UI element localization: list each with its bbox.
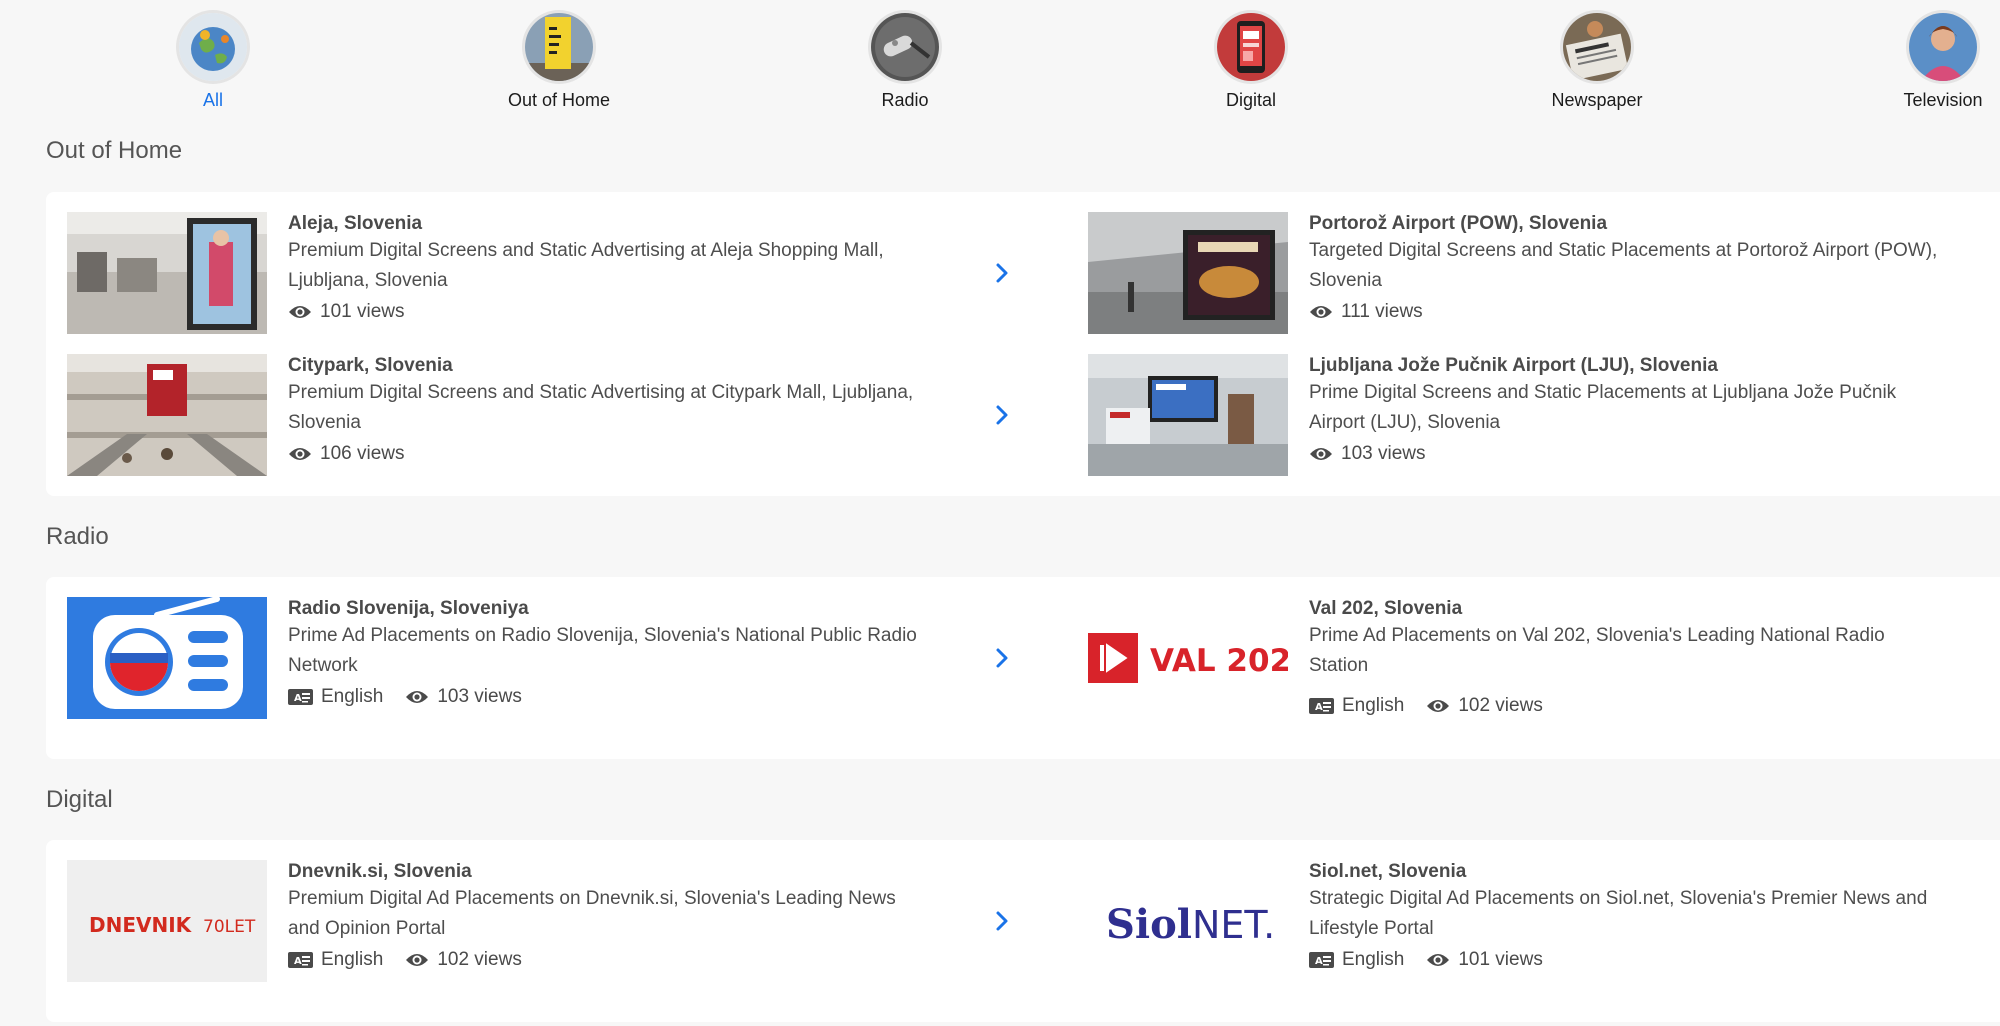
list-item-dnevnik[interactable]: DNEVNIK 70LET Dnevnik.si, Slovenia Premiu…: [67, 860, 1017, 982]
category-label: Television: [1903, 90, 1983, 110]
listing-title: Siol.net, Slovenia: [1309, 861, 1467, 882]
eye-icon: [406, 954, 429, 966]
section-title-radio: Radio: [46, 523, 109, 550]
language-icon: A: [1309, 698, 1334, 714]
listing-description: Prime Digital Screens and Static Placeme…: [1309, 382, 1897, 433]
eye-icon: [289, 448, 311, 460]
siol-logo-sub: NET.: [1192, 903, 1275, 947]
listing-title: Radio Slovenija, Sloveniya: [288, 598, 529, 619]
list-item-citypark[interactable]: Citypark, Slovenia Premium Digital Scree…: [67, 354, 1017, 476]
radio-slovenija-logo: [67, 597, 267, 719]
section-title-out-of-home: Out of Home: [46, 137, 183, 164]
listing-title: Portorož Airport (POW), Slovenia: [1309, 213, 1608, 234]
newspaper-icon: [1563, 13, 1631, 81]
language-icon: A: [288, 689, 313, 705]
listing-thumbnail: [67, 354, 267, 476]
category-strip: All Out of Home Radio Digital Newspaper …: [0, 0, 2000, 115]
view-count: 102 views: [1458, 695, 1543, 716]
category-radio[interactable]: Radio: [815, 13, 995, 111]
eye-icon: [1427, 700, 1450, 712]
view-count: 101 views: [320, 301, 405, 322]
listing-description: Prime Ad Placements on Radio Slovenija, …: [288, 625, 917, 676]
listing-description: Strategic Digital Ad Placements on Siol.…: [1309, 888, 1928, 939]
category-digital[interactable]: Digital: [1161, 13, 1341, 111]
category-television[interactable]: Television: [1853, 13, 2000, 111]
list-item-siol[interactable]: Siol NET. Siol.net, Slovenia Strategic Di…: [1088, 860, 2000, 982]
phone-icon: [1217, 13, 1285, 81]
tv-presenter-icon: [1909, 13, 1977, 81]
category-label: Newspaper: [1551, 90, 1643, 110]
language-label: English: [1342, 949, 1405, 970]
view-count: 106 views: [320, 443, 405, 464]
category-all[interactable]: All: [123, 13, 303, 111]
svg-text:A: A: [1315, 956, 1323, 967]
listing-description: Premium Digital Screens and Static Adver…: [288, 382, 914, 433]
category-label: Digital: [1225, 90, 1277, 110]
eye-icon: [1310, 448, 1332, 460]
list-item-portoroz-airport[interactable]: Portorož Airport (POW), Slovenia Targete…: [1088, 212, 2000, 334]
globe-map-icon: [179, 13, 247, 81]
listing-description: Targeted Digital Screens and Static Plac…: [1309, 240, 1938, 291]
view-count: 111 views: [1341, 301, 1423, 322]
val-202-logo-text: VAL 202: [1150, 643, 1288, 679]
list-item-aleja[interactable]: Aleja, Slovenia Premium Digital Screens …: [67, 212, 1017, 334]
language-label: English: [1342, 695, 1405, 716]
siol-logo: Siol NET.: [1088, 860, 1288, 982]
category-newspaper[interactable]: Newspaper: [1507, 13, 1687, 111]
eye-icon: [1427, 954, 1450, 966]
language-label: English: [321, 949, 384, 970]
listing-title: Aleja, Slovenia: [288, 213, 423, 234]
listing-thumbnail: [1088, 212, 1288, 334]
language-icon: A: [1309, 952, 1334, 968]
dnevnik-logo-text: DNEVNIK: [89, 913, 193, 937]
listing-description: Premium Digital Screens and Static Adver…: [288, 240, 884, 291]
list-item-radio-slovenija[interactable]: Radio Slovenija, Sloveniya Prime Ad Plac…: [67, 597, 1017, 719]
eye-icon: [1310, 306, 1332, 318]
listing-title: Ljubljana Jože Pučnik Airport (LJU), Slo…: [1309, 355, 1718, 376]
dnevnik-logo: DNEVNIK 70LET: [67, 860, 267, 982]
category-out-of-home[interactable]: Out of Home: [469, 13, 649, 111]
eye-icon: [289, 306, 311, 318]
chevron-right-icon[interactable]: [992, 261, 1012, 285]
view-count: 101 views: [1458, 949, 1543, 970]
category-label: All: [202, 90, 223, 110]
listing-description: Prime Ad Placements on Val 202, Slovenia…: [1309, 625, 1885, 676]
svg-text:A: A: [1315, 702, 1323, 713]
category-label: Radio: [881, 90, 929, 110]
svg-text:A: A: [294, 956, 302, 967]
language-label: English: [321, 686, 384, 707]
chevron-right-icon[interactable]: [992, 909, 1012, 933]
section-card-radio: Radio Slovenija, Sloveniya Prime Ad Plac…: [46, 577, 2000, 759]
microphone-icon: [871, 13, 939, 81]
listing-title: Citypark, Slovenia: [288, 355, 453, 376]
section-card-digital: DNEVNIK 70LET Dnevnik.si, Slovenia Premiu…: [46, 840, 2000, 1022]
listing-title: Dnevnik.si, Slovenia: [288, 861, 472, 882]
val-202-logo: VAL 202: [1088, 597, 1288, 719]
language-icon: A: [288, 952, 313, 968]
listing-description: Premium Digital Ad Placements on Dnevnik…: [288, 888, 896, 939]
eye-icon: [406, 691, 429, 703]
view-count: 103 views: [437, 686, 522, 707]
svg-text:A: A: [294, 693, 302, 704]
category-label: Out of Home: [507, 90, 611, 110]
section-title-digital: Digital: [46, 786, 113, 813]
view-count: 103 views: [1341, 443, 1426, 464]
dnevnik-logo-sub: 70LET: [203, 917, 256, 937]
section-card-out-of-home: Aleja, Slovenia Premium Digital Screens …: [46, 192, 2000, 496]
siol-logo-text: Siol: [1106, 901, 1192, 948]
view-count: 102 views: [437, 949, 522, 970]
listing-thumbnail: [67, 212, 267, 334]
chevron-right-icon[interactable]: [992, 403, 1012, 427]
billboard-icon: [525, 13, 593, 81]
list-item-ljubljana-airport[interactable]: Ljubljana Jože Pučnik Airport (LJU), Slo…: [1088, 354, 2000, 476]
listing-thumbnail: [1088, 354, 1288, 476]
chevron-right-icon[interactable]: [992, 646, 1012, 670]
list-item-val-202[interactable]: VAL 202 Val 202, Slovenia Prime Ad Place…: [1088, 597, 2000, 719]
listing-title: Val 202, Slovenia: [1309, 598, 1463, 619]
